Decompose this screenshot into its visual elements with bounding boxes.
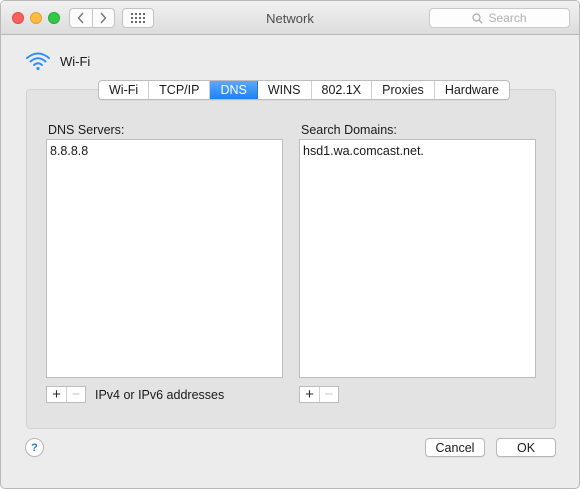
ok-button[interactable]: OK [496,438,556,457]
dns-servers-add-remove: + − [46,386,86,403]
interface-name: Wi-Fi [60,54,91,69]
add-dns-server-button[interactable]: + [47,387,66,402]
address-hint: IPv4 or IPv6 addresses [95,388,225,402]
remove-dns-server-button[interactable]: − [66,387,85,402]
search-domains-add-remove: + − [299,386,339,403]
magnifying-glass-icon [472,12,484,24]
help-button[interactable]: ? [25,438,44,457]
network-preferences-window: Network Search Wi-Fi Wi-Fi TCP/IP DNS WI… [0,0,580,489]
cancel-button[interactable]: Cancel [425,438,485,457]
search-field[interactable]: Search [429,8,570,28]
remove-search-domain-button[interactable]: − [319,387,338,402]
settings-tabs: Wi-Fi TCP/IP DNS WINS 802.1X Proxies Har… [98,80,510,100]
wifi-icon [26,52,50,71]
tab-8021x[interactable]: 802.1X [312,81,373,99]
list-item[interactable]: hsd1.wa.comcast.net. [300,140,535,158]
tab-dns[interactable]: DNS [210,81,258,99]
search-domains-label: Search Domains: [301,123,397,137]
tab-tcpip[interactable]: TCP/IP [149,81,211,99]
list-item[interactable]: 8.8.8.8 [47,140,282,158]
dns-servers-list[interactable]: 8.8.8.8 [46,139,283,378]
dns-servers-label: DNS Servers: [48,123,125,137]
tab-proxies[interactable]: Proxies [372,81,435,99]
add-search-domain-button[interactable]: + [300,387,319,402]
tab-wifi[interactable]: Wi-Fi [99,81,150,99]
search-domains-list[interactable]: hsd1.wa.comcast.net. [299,139,536,378]
search-placeholder: Search [488,11,527,25]
title-bar: Network Search [1,1,579,35]
tab-hardware[interactable]: Hardware [435,81,509,99]
tab-wins[interactable]: WINS [258,81,312,99]
